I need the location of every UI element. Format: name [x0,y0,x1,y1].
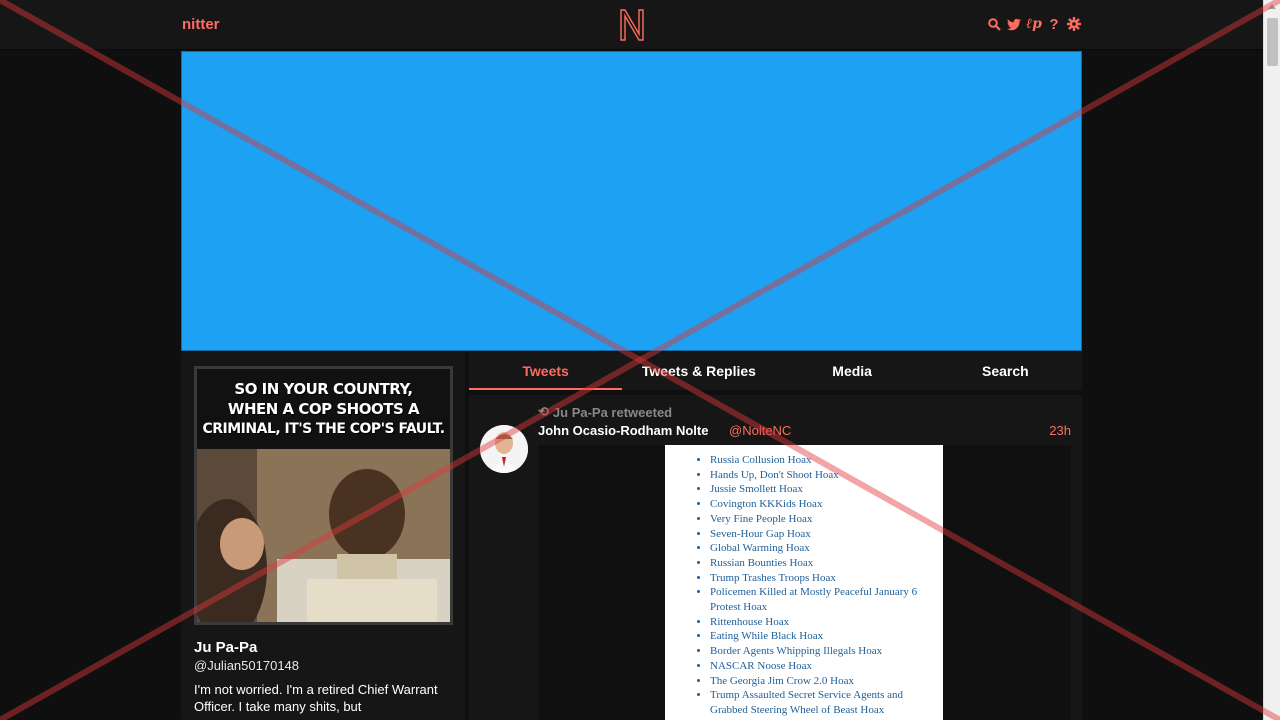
avatar-caption-line: CRIMINAL, IT'S THE COP'S FAULT. [202,421,445,437]
hoax-list-item[interactable]: Policemen Killed at Mostly Peaceful Janu… [710,585,929,614]
timeline-tabs: Tweets Tweets & Replies Media Search [469,352,1082,390]
hoax-list-item[interactable]: Very Fine People Hoax [710,512,929,527]
twitter-bird-icon[interactable] [1007,16,1021,32]
profile-banner[interactable] [181,51,1082,351]
avatar-caption-line: SO IN YOUR COUNTRY, [234,380,413,398]
help-icon[interactable]: ? [1047,16,1061,33]
profile-bio: I'm not worried. I'm a retired Chief War… [194,682,438,714]
attachment-image[interactable]: Russia Collusion HoaxHands Up, Don't Sho… [665,445,943,720]
avatar-caption-line: WHEN A COP SHOOTS A [227,400,420,418]
avatar-meme-caption: SO IN YOUR COUNTRY, WHEN A COP SHOOTS A … [197,369,450,449]
hoax-list-item[interactable]: Trump Assaulted Secret Service Agents an… [710,688,929,717]
hoax-list-item[interactable]: The Georgia Jim Crow 2.0 Hoax [710,674,929,689]
tweet-avatar[interactable] [480,425,528,473]
hoax-list-item[interactable]: Russia Collusion Hoax [710,453,929,468]
profile-username[interactable]: @Julian50170148 [194,658,299,673]
avatar-photo [197,449,450,622]
hoax-list-item[interactable]: Rittenhouse Hoax [710,615,929,630]
search-icon[interactable] [987,16,1001,32]
profile-fullname[interactable]: Ju Pa-Pa [194,639,257,656]
tweet-date[interactable]: 23h [1049,423,1071,438]
hoax-list-item[interactable]: Global Warming Hoax [710,541,929,556]
retweet-header: ⟲ Ju Pa-Pa retweeted [538,404,672,420]
hoax-list-item[interactable]: Seven-Hour Gap Hoax [710,527,929,542]
hoax-list-item[interactable]: Jussie Smollett Hoax [710,482,929,497]
tab-tweets-replies[interactable]: Tweets & Replies [622,352,775,390]
tab-tweets[interactable]: Tweets [469,352,623,390]
timeline: ⟲ Ju Pa-Pa retweeted John Ocasio-Rodham … [469,395,1082,720]
tweet-username[interactable]: @NolteNC [729,423,791,438]
hoax-list-item[interactable]: NASCAR Noose Hoax [710,659,929,674]
hoax-list-item[interactable]: Covington KKKids Hoax [710,497,929,512]
profile-card: SO IN YOUR COUNTRY, WHEN A COP SHOOTS A … [181,352,465,720]
gear-icon[interactable] [1067,16,1081,32]
nav-icons: ℓp ? [987,16,1081,33]
tweet-fullname[interactable]: John Ocasio-Rodham Nolte [538,423,708,438]
hoax-list-item[interactable]: Border Agents Whipping Illegals Hoax [710,644,929,659]
rss-icon[interactable]: ℓp [1026,16,1042,32]
tab-search[interactable]: Search [929,352,1082,390]
tab-media[interactable]: Media [776,352,929,390]
hoax-list: Russia Collusion HoaxHands Up, Don't Sho… [665,445,943,718]
scroll-up-arrow-icon[interactable] [1268,4,1276,9]
tweet-media[interactable]: Russia Collusion HoaxHands Up, Don't Sho… [538,445,1071,720]
hoax-list-item[interactable]: Trump Trashes Troops Hoax [710,571,929,586]
hoax-list-item[interactable]: Hands Up, Don't Shoot Hoax [710,468,929,483]
scroll-thumb[interactable] [1267,18,1278,66]
hoax-list-item[interactable]: Eating While Black Hoax [710,629,929,644]
profile-avatar[interactable]: SO IN YOUR COUNTRY, WHEN A COP SHOOTS A … [194,366,453,625]
nitter-logo-icon[interactable] [618,8,646,42]
navbar: nitter ℓp ? [0,0,1263,50]
brand-link[interactable]: nitter [182,16,220,33]
retweet-icon: ⟲ [538,404,549,419]
retweet-label: Ju Pa-Pa retweeted [552,404,673,420]
scrollbar[interactable] [1263,0,1280,720]
hoax-list-item[interactable]: Russian Bounties Hoax [710,556,929,571]
nitter-profile-page: nitter ℓp ? SO IN YOUR COUNTRY, WHEN A C… [0,0,1280,720]
